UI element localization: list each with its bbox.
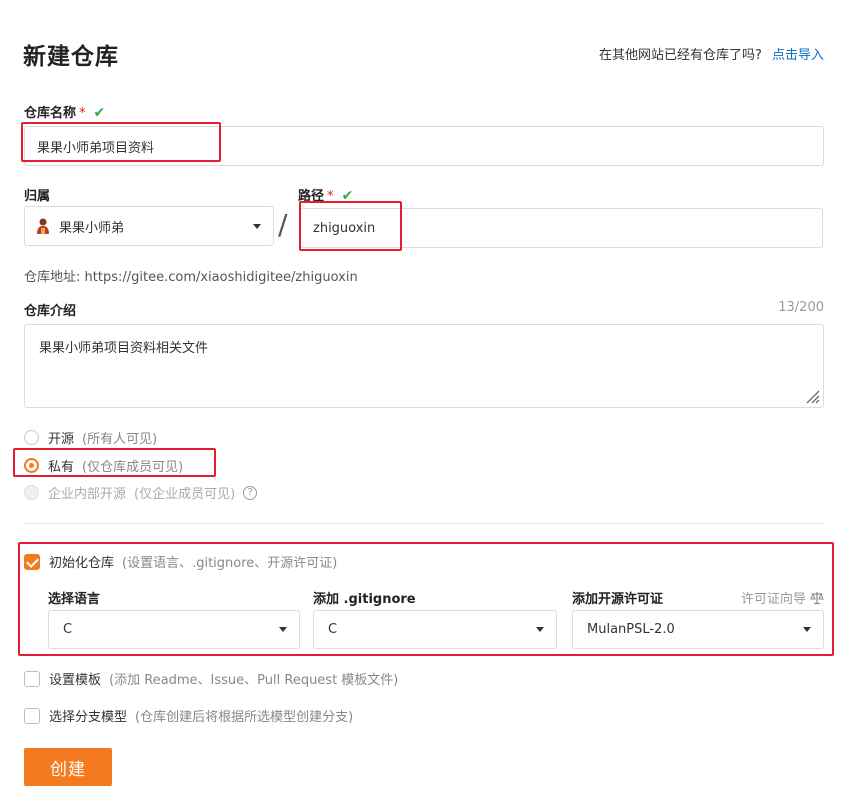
gitignore-label: 添加 .gitignore bbox=[313, 592, 416, 607]
template-label: 设置模板 bbox=[49, 673, 102, 688]
visibility-enterprise: 企业内部开源 (仅企业成员可见) ? bbox=[24, 483, 258, 502]
visibility-private[interactable]: 私有 (仅仓库成员可见) bbox=[24, 456, 183, 475]
import-question: 在其他网站已经有仓库了吗? bbox=[598, 48, 762, 63]
visibility-public[interactable]: 开源 (所有人可见) bbox=[24, 428, 157, 447]
owner-label: 归属 bbox=[24, 189, 51, 204]
init-repo-hint: (设置语言、.gitignore、开源许可证) bbox=[122, 556, 338, 571]
divider bbox=[24, 523, 824, 524]
create-button[interactable]: 创建 bbox=[24, 748, 112, 786]
description-counter: 13/200 bbox=[778, 300, 824, 315]
path-label: 路径 * ✔ bbox=[298, 185, 353, 204]
user-avatar-icon bbox=[37, 218, 49, 234]
chevron-down-icon bbox=[253, 223, 261, 229]
radio-button[interactable] bbox=[24, 430, 39, 445]
resize-handle-icon[interactable] bbox=[804, 388, 820, 404]
license-label: 添加开源许可证 bbox=[572, 592, 664, 607]
repo-name-label-text: 仓库名称 bbox=[24, 106, 77, 121]
gitignore-value: C bbox=[328, 622, 338, 637]
path-label-text: 路径 bbox=[298, 189, 325, 204]
language-select[interactable]: C bbox=[48, 610, 300, 649]
visibility-private-hint: (仅仓库成员可见) bbox=[82, 460, 184, 475]
radio-button-disabled bbox=[24, 485, 39, 500]
import-link[interactable]: 点击导入 bbox=[772, 48, 824, 63]
license-guide[interactable]: 许可证向导 bbox=[741, 588, 824, 607]
chevron-down-icon bbox=[279, 627, 287, 632]
template-option[interactable]: 设置模板 (添加 Readme、Issue、Pull Request 模板文件) bbox=[24, 669, 398, 688]
radio-button-selected[interactable] bbox=[24, 458, 39, 473]
page-title: 新建仓库 bbox=[23, 44, 119, 70]
required-mark: * bbox=[327, 189, 334, 204]
owner-value: 果果小师弟 bbox=[59, 220, 125, 236]
branch-model-option[interactable]: 选择分支模型 (仓库创建后将根据所选模型创建分支) bbox=[24, 706, 353, 725]
visibility-public-label: 开源 bbox=[48, 432, 75, 447]
branch-model-hint: (仓库创建后将根据所选模型创建分支) bbox=[135, 710, 354, 725]
init-repo-checkbox[interactable] bbox=[24, 553, 40, 570]
license-value: MulanPSL-2.0 bbox=[587, 622, 675, 637]
repo-name-input[interactable]: 果果小师弟项目资料 bbox=[24, 126, 824, 166]
path-value: zhiguoxin bbox=[313, 220, 376, 236]
language-label: 选择语言 bbox=[48, 592, 101, 607]
path-input[interactable]: zhiguoxin bbox=[300, 208, 823, 248]
gitignore-select[interactable]: C bbox=[313, 610, 557, 649]
branch-model-checkbox[interactable] bbox=[24, 707, 40, 724]
description-textarea[interactable]: 果果小师弟项目资料相关文件 bbox=[24, 324, 824, 408]
init-repo-label: 初始化仓库 bbox=[49, 556, 115, 571]
visibility-enterprise-label: 企业内部开源 bbox=[48, 487, 127, 502]
chevron-down-icon bbox=[536, 627, 544, 632]
owner-selected: 果果小师弟 bbox=[35, 217, 124, 236]
chevron-down-icon bbox=[803, 627, 811, 632]
repo-address-url: https://gitee.com/xiaoshidigitee/zhiguox… bbox=[84, 270, 358, 285]
license-guide-label: 许可证向导 bbox=[740, 592, 806, 607]
help-icon[interactable]: ? bbox=[243, 485, 258, 500]
valid-check-icon: ✔ bbox=[93, 105, 106, 121]
repo-name-value: 果果小师弟项目资料 bbox=[37, 140, 155, 156]
repo-address-label: 仓库地址: bbox=[24, 270, 81, 285]
init-repo-option[interactable]: 初始化仓库 (设置语言、.gitignore、开源许可证) bbox=[24, 552, 337, 571]
required-mark: * bbox=[79, 106, 86, 121]
description-label: 仓库介绍 bbox=[24, 304, 77, 319]
description-value: 果果小师弟项目资料相关文件 bbox=[39, 341, 209, 356]
import-prompt: 在其他网站已经有仓库了吗? 点击导入 bbox=[599, 44, 824, 63]
template-checkbox[interactable] bbox=[24, 670, 40, 687]
language-value: C bbox=[63, 622, 73, 637]
visibility-public-hint: (所有人可见) bbox=[82, 432, 158, 447]
path-separator: / bbox=[278, 208, 288, 241]
template-hint: (添加 Readme、Issue、Pull Request 模板文件) bbox=[109, 673, 399, 688]
repo-name-label: 仓库名称 * ✔ bbox=[24, 102, 105, 121]
valid-check-icon: ✔ bbox=[341, 188, 354, 204]
repo-address: 仓库地址: https://gitee.com/xiaoshidigitee/z… bbox=[24, 266, 358, 285]
visibility-enterprise-hint: (仅企业成员可见) bbox=[134, 487, 236, 502]
scale-icon bbox=[810, 591, 824, 604]
visibility-private-label: 私有 bbox=[48, 460, 75, 475]
branch-model-label: 选择分支模型 bbox=[49, 710, 128, 725]
license-select[interactable]: MulanPSL-2.0 bbox=[572, 610, 824, 649]
owner-select[interactable]: 果果小师弟 bbox=[24, 206, 274, 246]
